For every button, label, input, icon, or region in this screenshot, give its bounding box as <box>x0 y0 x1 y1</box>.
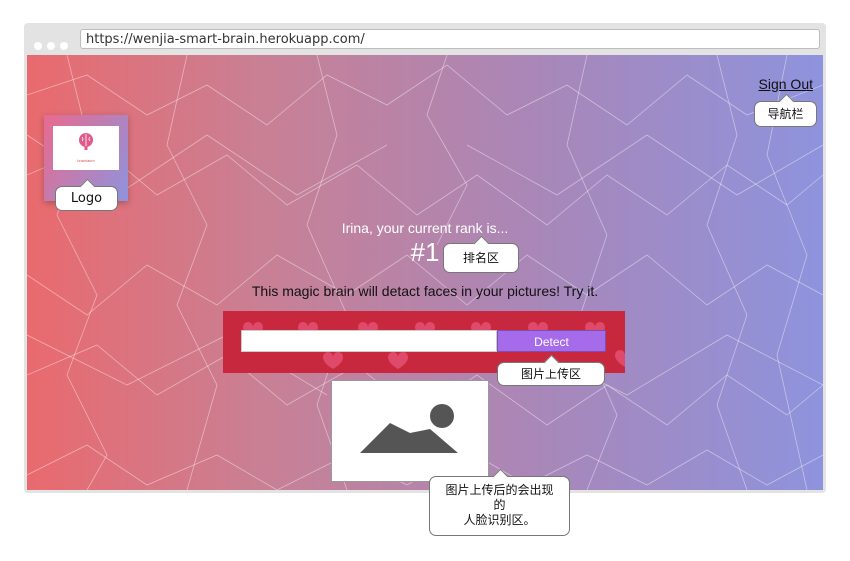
window-dot[interactable] <box>47 42 55 50</box>
window-controls <box>34 37 73 55</box>
annotation-nav: 导航栏 <box>754 93 817 127</box>
logo-image: brainiakm <box>53 126 119 170</box>
annotation-upload: 图片上传区 <box>497 354 605 386</box>
annotation-rank-text: 排名区 <box>462 251 499 265</box>
page-viewport: Sign Out brainiakm Irina, your current r… <box>27 55 823 490</box>
annotation-face-line2: 的 <box>493 498 506 512</box>
intro-text: This magic brain will detact faces in yo… <box>251 283 599 299</box>
face-recognition-area <box>331 380 489 482</box>
detect-button[interactable]: Detect <box>497 330 606 352</box>
annotation-face-line1: 图片上传后的会出现 <box>445 483 554 497</box>
annotation-rank: 排名区 <box>443 235 519 273</box>
image-url-input[interactable] <box>241 330 497 352</box>
rank-text: Irina, your current rank is... <box>341 220 509 236</box>
brain-icon <box>79 133 93 150</box>
browser-window: https://wenjia-smart-brain.herokuapp.com… <box>24 23 826 493</box>
annotation-face-line3: 人脸识别区。 <box>463 513 536 527</box>
annotation-face-area: 图片上传后的会出现 的 人脸识别区。 <box>429 468 570 536</box>
logo-text: brainiakm <box>77 158 95 163</box>
address-bar[interactable]: https://wenjia-smart-brain.herokuapp.com… <box>80 29 820 49</box>
image-placeholder-icon <box>360 404 458 453</box>
rank-number: #1 <box>410 237 440 267</box>
annotation-logo: Logo <box>55 178 118 211</box>
window-dot[interactable] <box>60 42 68 50</box>
sign-out-link[interactable]: Sign Out <box>759 76 813 92</box>
window-dot[interactable] <box>34 42 42 50</box>
